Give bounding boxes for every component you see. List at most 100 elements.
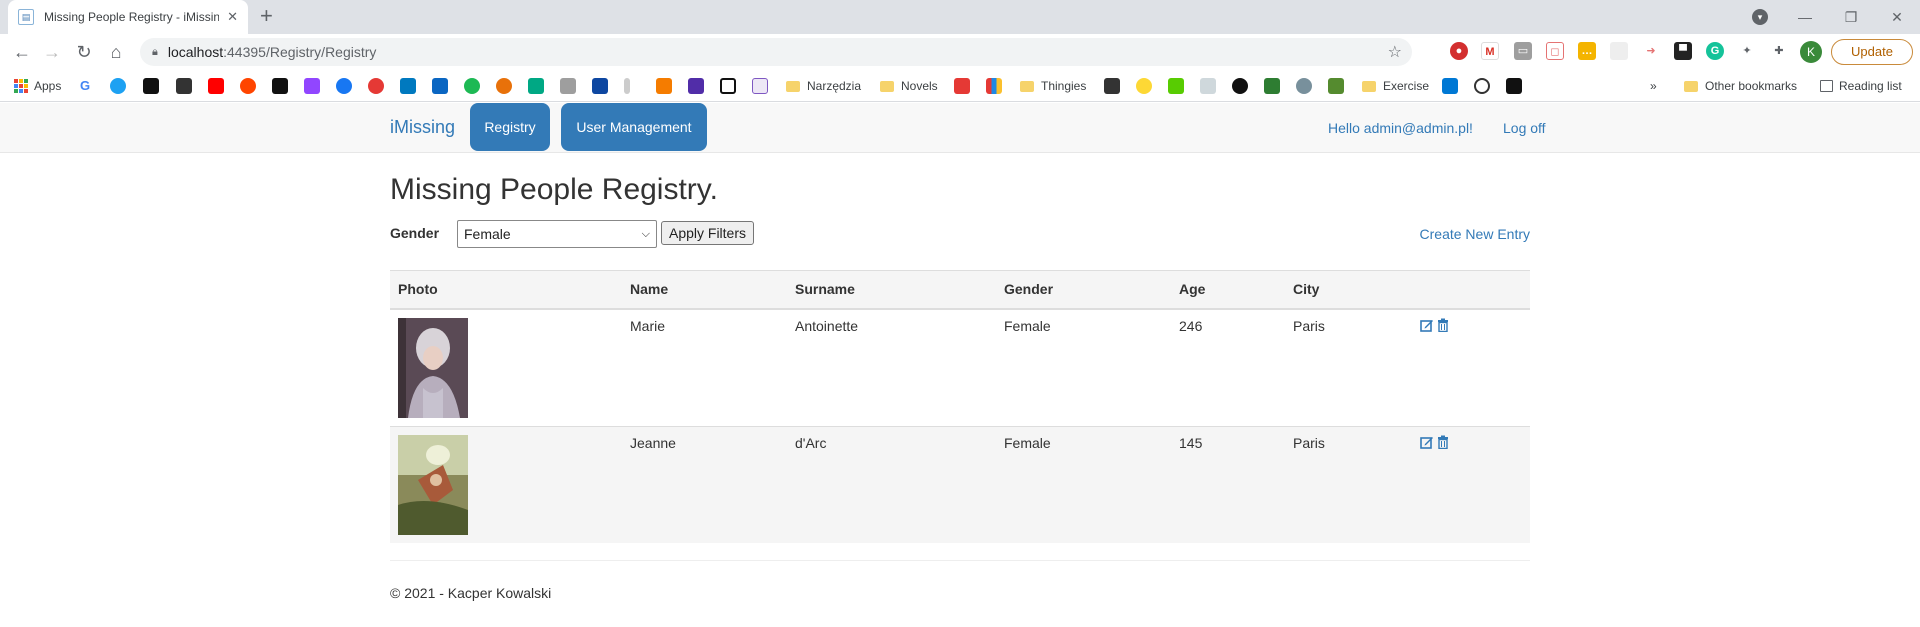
bookmark-folder-exercise[interactable]: Exercise (1362, 77, 1429, 95)
back-icon[interactable]: ← (10, 40, 34, 64)
nav-user-management[interactable]: User Management (561, 103, 707, 151)
bookmark-reddit[interactable] (240, 77, 262, 95)
bookmark-star-icon[interactable]: ☆ (1388, 42, 1402, 62)
reload-icon[interactable]: ↻ (72, 40, 96, 64)
adblock-extension-icon[interactable]: ● (1450, 42, 1468, 60)
forward-icon[interactable]: → (40, 40, 64, 64)
extension-icon-7[interactable]: ➜ (1642, 42, 1660, 60)
bookmark-22[interactable] (752, 77, 774, 95)
bookmark-23[interactable] (954, 77, 976, 95)
create-new-entry-link[interactable]: Create New Entry (1420, 226, 1530, 242)
actions-cell (1412, 425, 1530, 543)
bookmark-30[interactable] (1264, 77, 1286, 95)
extension-icon-6[interactable] (1610, 42, 1628, 60)
column-header-actions (1412, 270, 1530, 310)
apply-filters-button[interactable]: Apply Filters (661, 221, 754, 245)
address-bar[interactable]: 🔒︎ localhost:44395/Registry/Registry ☆ (140, 38, 1412, 66)
tab-search-icon[interactable]: ▾ (1752, 9, 1768, 25)
gmail-extension-icon[interactable]: M (1481, 42, 1499, 60)
column-header-surname: Surname (787, 270, 996, 310)
bookmark-spotify[interactable] (464, 77, 486, 95)
bookmark-trello[interactable] (400, 77, 422, 95)
bookmark-24[interactable] (986, 77, 1008, 95)
surname-cell: d'Arc (787, 425, 996, 543)
bookmark-32[interactable] (1328, 77, 1350, 95)
extensions-puzzle-icon[interactable]: ✚ (1770, 42, 1788, 60)
bookmark-14[interactable] (496, 77, 518, 95)
profile-avatar[interactable]: K (1800, 41, 1822, 63)
extension-icon-4[interactable]: ◻ (1546, 42, 1564, 60)
bbc-icon (176, 78, 192, 94)
extension-icon-5[interactable]: … (1578, 42, 1596, 60)
bookmark-apps-label: Apps (34, 79, 62, 93)
bookmark-google[interactable]: G (80, 77, 102, 95)
twitter-icon (110, 78, 126, 94)
bookmark-16[interactable] (560, 77, 582, 95)
bookmark-facebook[interactable] (336, 77, 358, 95)
restore-icon[interactable]: ❐ (1828, 9, 1874, 26)
bookmark-apps[interactable]: Apps (14, 77, 61, 95)
grammarly-icon[interactable]: G (1706, 42, 1724, 60)
extension-icon-8[interactable]: ▀ (1674, 42, 1692, 60)
bookmark-15[interactable] (528, 77, 550, 95)
red-icon (954, 78, 970, 94)
update-button[interactable]: Update (1831, 39, 1913, 65)
swirl-icon (1104, 78, 1120, 94)
trash-icon[interactable] (1436, 435, 1450, 449)
bookmark-19[interactable] (656, 77, 678, 95)
bookmark-notion[interactable] (720, 77, 742, 95)
bookmarks-overflow[interactable]: » (1650, 77, 1657, 95)
name-cell: Jeanne (622, 425, 787, 543)
user-greeting-link[interactable]: Hello admin@admin.pl! (1328, 120, 1473, 136)
bookmark-25[interactable] (1104, 77, 1126, 95)
browser-tab[interactable]: ▤ Missing People Registry - iMissin ✕ (8, 0, 248, 34)
bookmark-26[interactable] (1136, 77, 1158, 95)
bookmark-28[interactable] (1200, 77, 1222, 95)
bookmark-outlook[interactable] (1442, 77, 1464, 95)
reading-list[interactable]: Reading list (1820, 77, 1902, 95)
window-close-icon[interactable]: ✕ (1874, 9, 1920, 26)
home-icon[interactable]: ⌂ (104, 40, 128, 64)
bookmark-17[interactable] (592, 77, 614, 95)
bookmark-18[interactable] (624, 77, 636, 95)
bookmark-29[interactable] (1232, 77, 1254, 95)
surname-cell: Antoinette (787, 308, 996, 426)
tab-close-icon[interactable]: ✕ (227, 9, 238, 25)
edit-icon[interactable] (1420, 318, 1434, 332)
monitor-icon (272, 78, 288, 94)
bookmark-youtube[interactable] (208, 77, 230, 95)
bookmark-31[interactable] (1296, 77, 1318, 95)
bookmark-folder-narzedzia[interactable]: Narzędzia (786, 77, 861, 95)
edit-icon[interactable] (1420, 435, 1434, 449)
bookmark-linkedin[interactable] (432, 77, 454, 95)
brand-link[interactable]: iMissing (390, 117, 455, 138)
table-header-row: Photo Name Surname Gender Age City (390, 270, 1530, 310)
new-tab-icon[interactable]: + (260, 5, 273, 27)
bookmark-folder-thingies[interactable]: Thingies (1020, 77, 1086, 95)
minimize-icon[interactable]: — (1782, 9, 1828, 25)
green-icon (1264, 78, 1280, 94)
actions-cell (1412, 308, 1530, 426)
bookmark-20[interactable] (688, 77, 710, 95)
bookmark-27[interactable] (1168, 77, 1190, 95)
bookmark-twitch[interactable] (304, 77, 326, 95)
bookmark-10[interactable] (368, 77, 390, 95)
app-navbar: iMissing Registry User Management Hello … (0, 103, 1920, 153)
extension-icon-10[interactable]: ✦ (1738, 42, 1756, 60)
bookmark-github[interactable] (1474, 77, 1496, 95)
bookmark-7[interactable] (272, 77, 294, 95)
s-blue-icon (592, 78, 608, 94)
bookmark-folder-novels[interactable]: Novels (880, 77, 938, 95)
logoff-link[interactable]: Log off (1503, 120, 1546, 136)
youtube-icon (208, 78, 224, 94)
table-row: Jeanne d'Arc Female 145 Paris (390, 425, 1530, 543)
gender-select[interactable]: Female ⌵ (457, 220, 657, 248)
trash-icon[interactable] (1436, 318, 1450, 332)
nav-registry[interactable]: Registry (470, 103, 550, 151)
bookmark-s[interactable] (143, 77, 165, 95)
extension-icon-3[interactable]: ▭ (1514, 42, 1532, 60)
bookmark-35[interactable] (1506, 77, 1528, 95)
bookmark-bbc[interactable] (176, 77, 198, 95)
bookmark-folder-other[interactable]: Other bookmarks (1684, 77, 1797, 95)
bookmark-twitter[interactable] (110, 77, 132, 95)
